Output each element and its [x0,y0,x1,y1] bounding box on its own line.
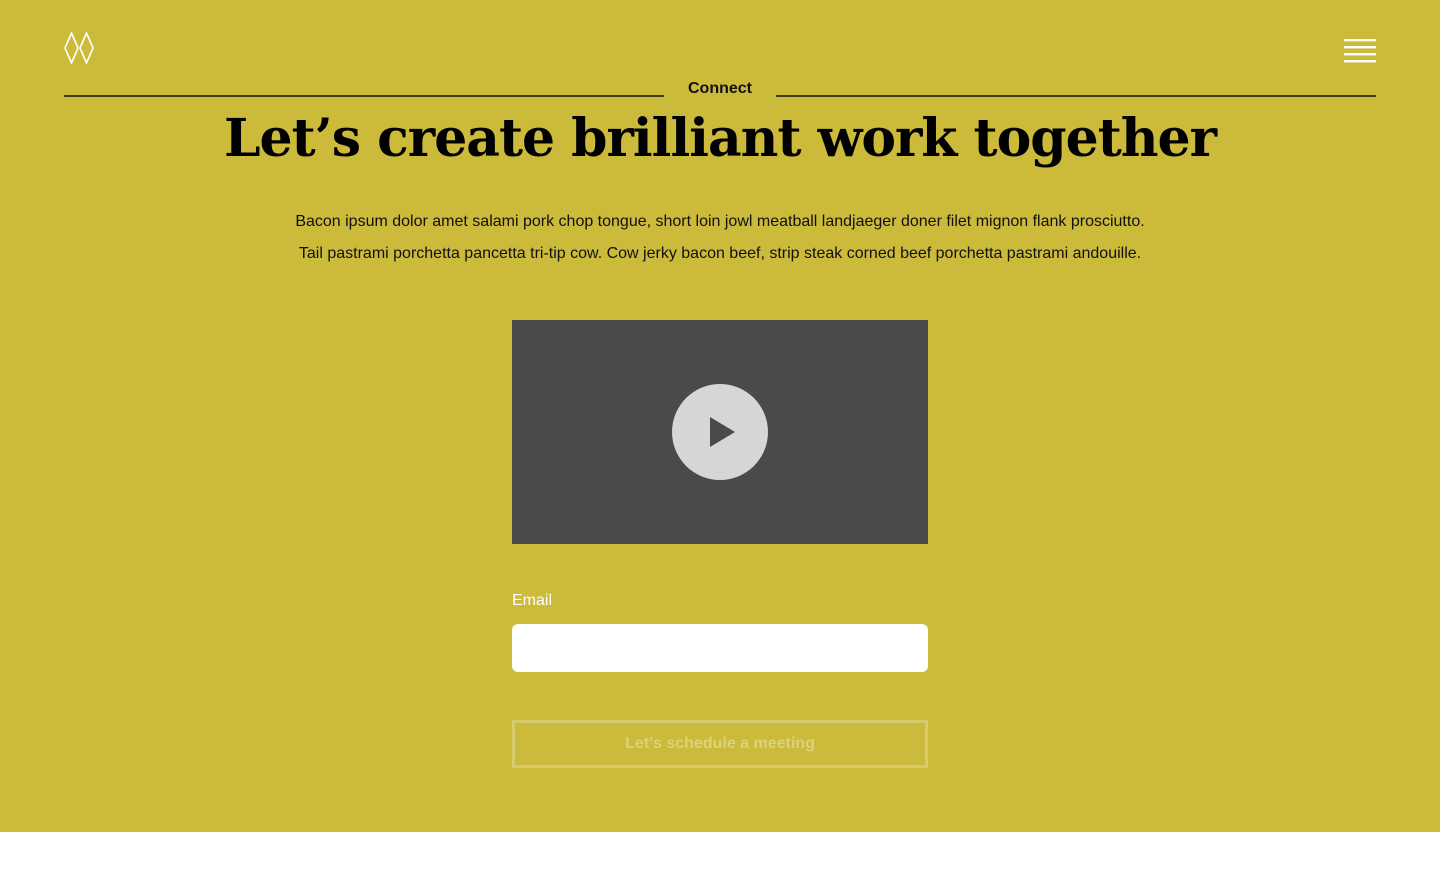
play-icon [710,417,735,447]
diamond-logo-icon[interactable] [64,32,94,64]
email-label: Email [512,592,553,609]
play-button[interactable] [672,384,768,480]
connect-section: Connect Let’s create brilliant work toge… [0,0,1440,832]
divider-right [776,95,1376,97]
intro-paragraph: Bacon ipsum dolor amet salami pork chop … [220,206,1220,270]
page-title: Let’s create brilliant work together [223,108,1217,169]
section-eyebrow: Connect [688,80,752,97]
video-player[interactable] [512,320,928,544]
intro-line-2: Tail pastrami porchetta pancetta tri-tip… [298,245,1142,262]
footer-area [0,832,1440,896]
intro-line-1: Bacon ipsum dolor amet salami pork chop … [295,213,1145,230]
email-field[interactable] [512,624,928,672]
schedule-meeting-button[interactable]: Let’s schedule a meeting [512,720,928,768]
hamburger-menu-icon[interactable] [1344,38,1376,66]
divider-left [64,95,664,97]
